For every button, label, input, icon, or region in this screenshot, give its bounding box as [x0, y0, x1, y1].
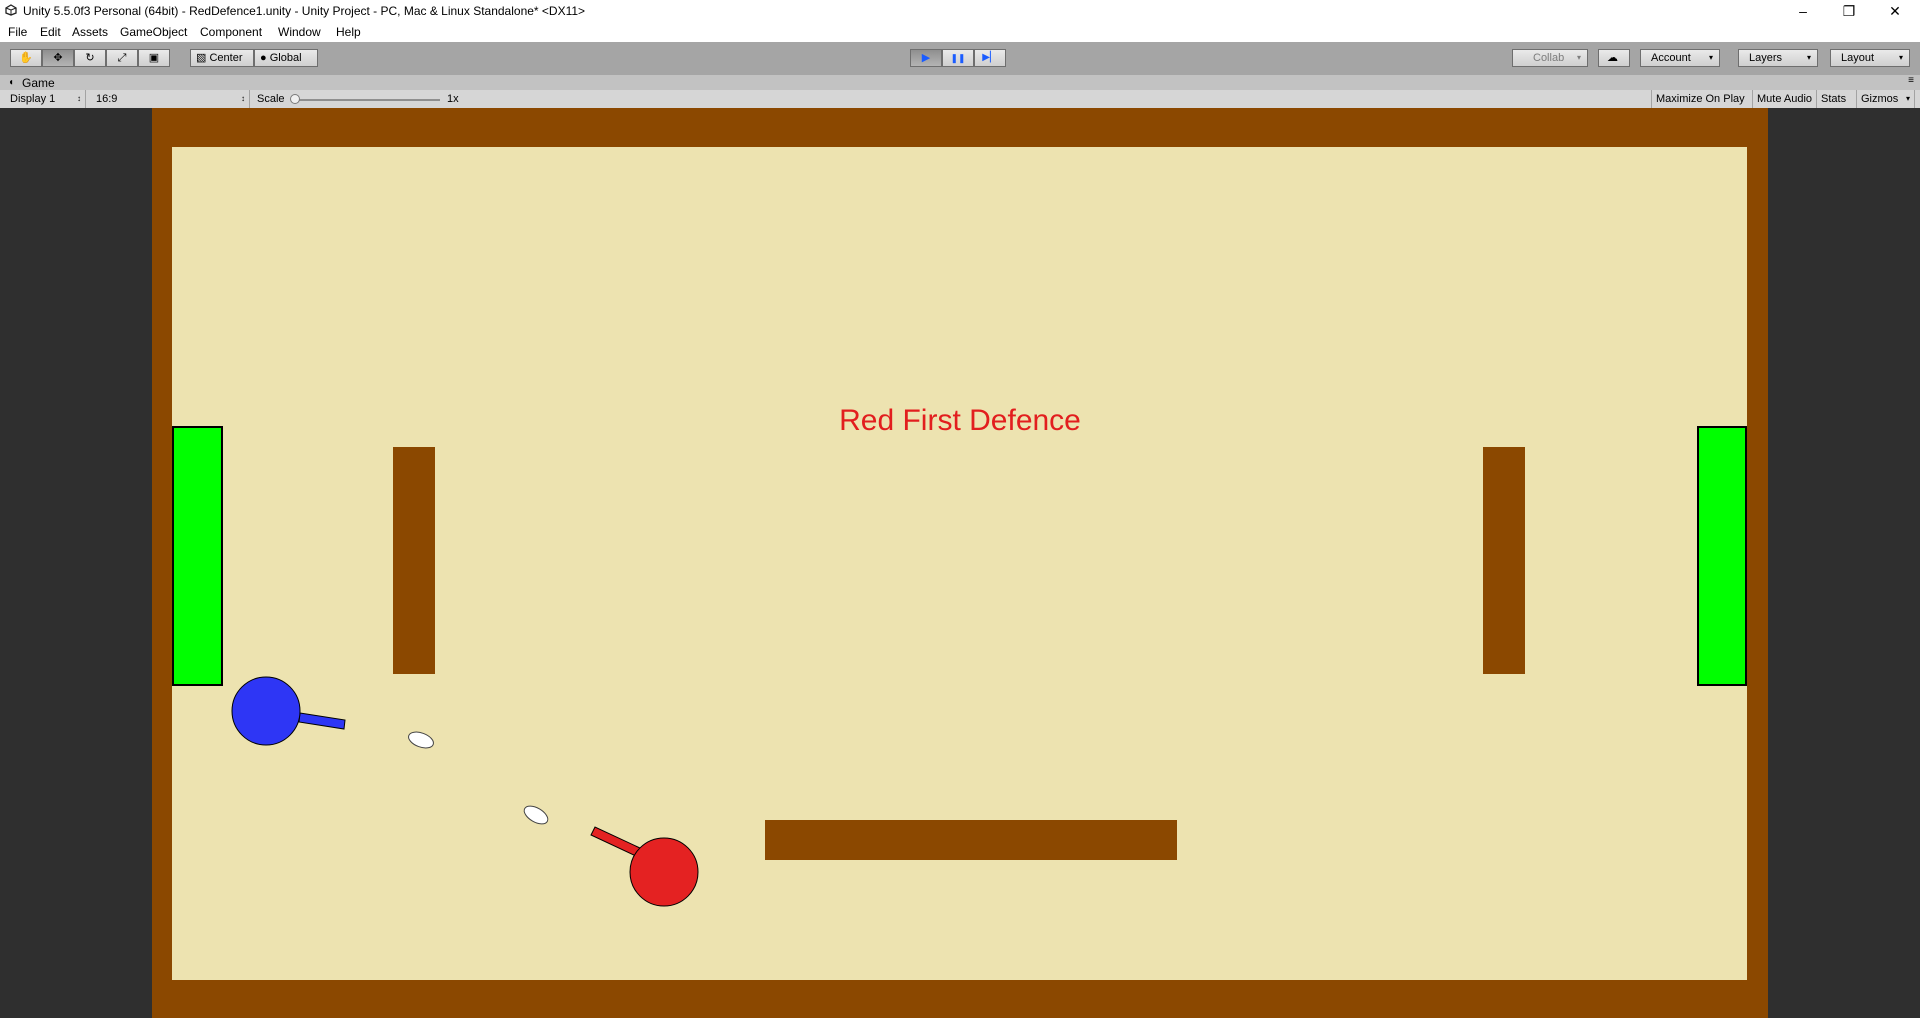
blue-tank: [231, 676, 346, 746]
red-tank: [590, 826, 699, 907]
bullet-2: [523, 805, 549, 825]
blue-tank-barrel: [298, 712, 346, 730]
bullet-1: [408, 731, 434, 749]
game-units: [231, 676, 699, 907]
blue-tank-body: [231, 676, 301, 746]
red-tank-barrel: [590, 826, 641, 857]
red-tank-body: [629, 837, 699, 907]
